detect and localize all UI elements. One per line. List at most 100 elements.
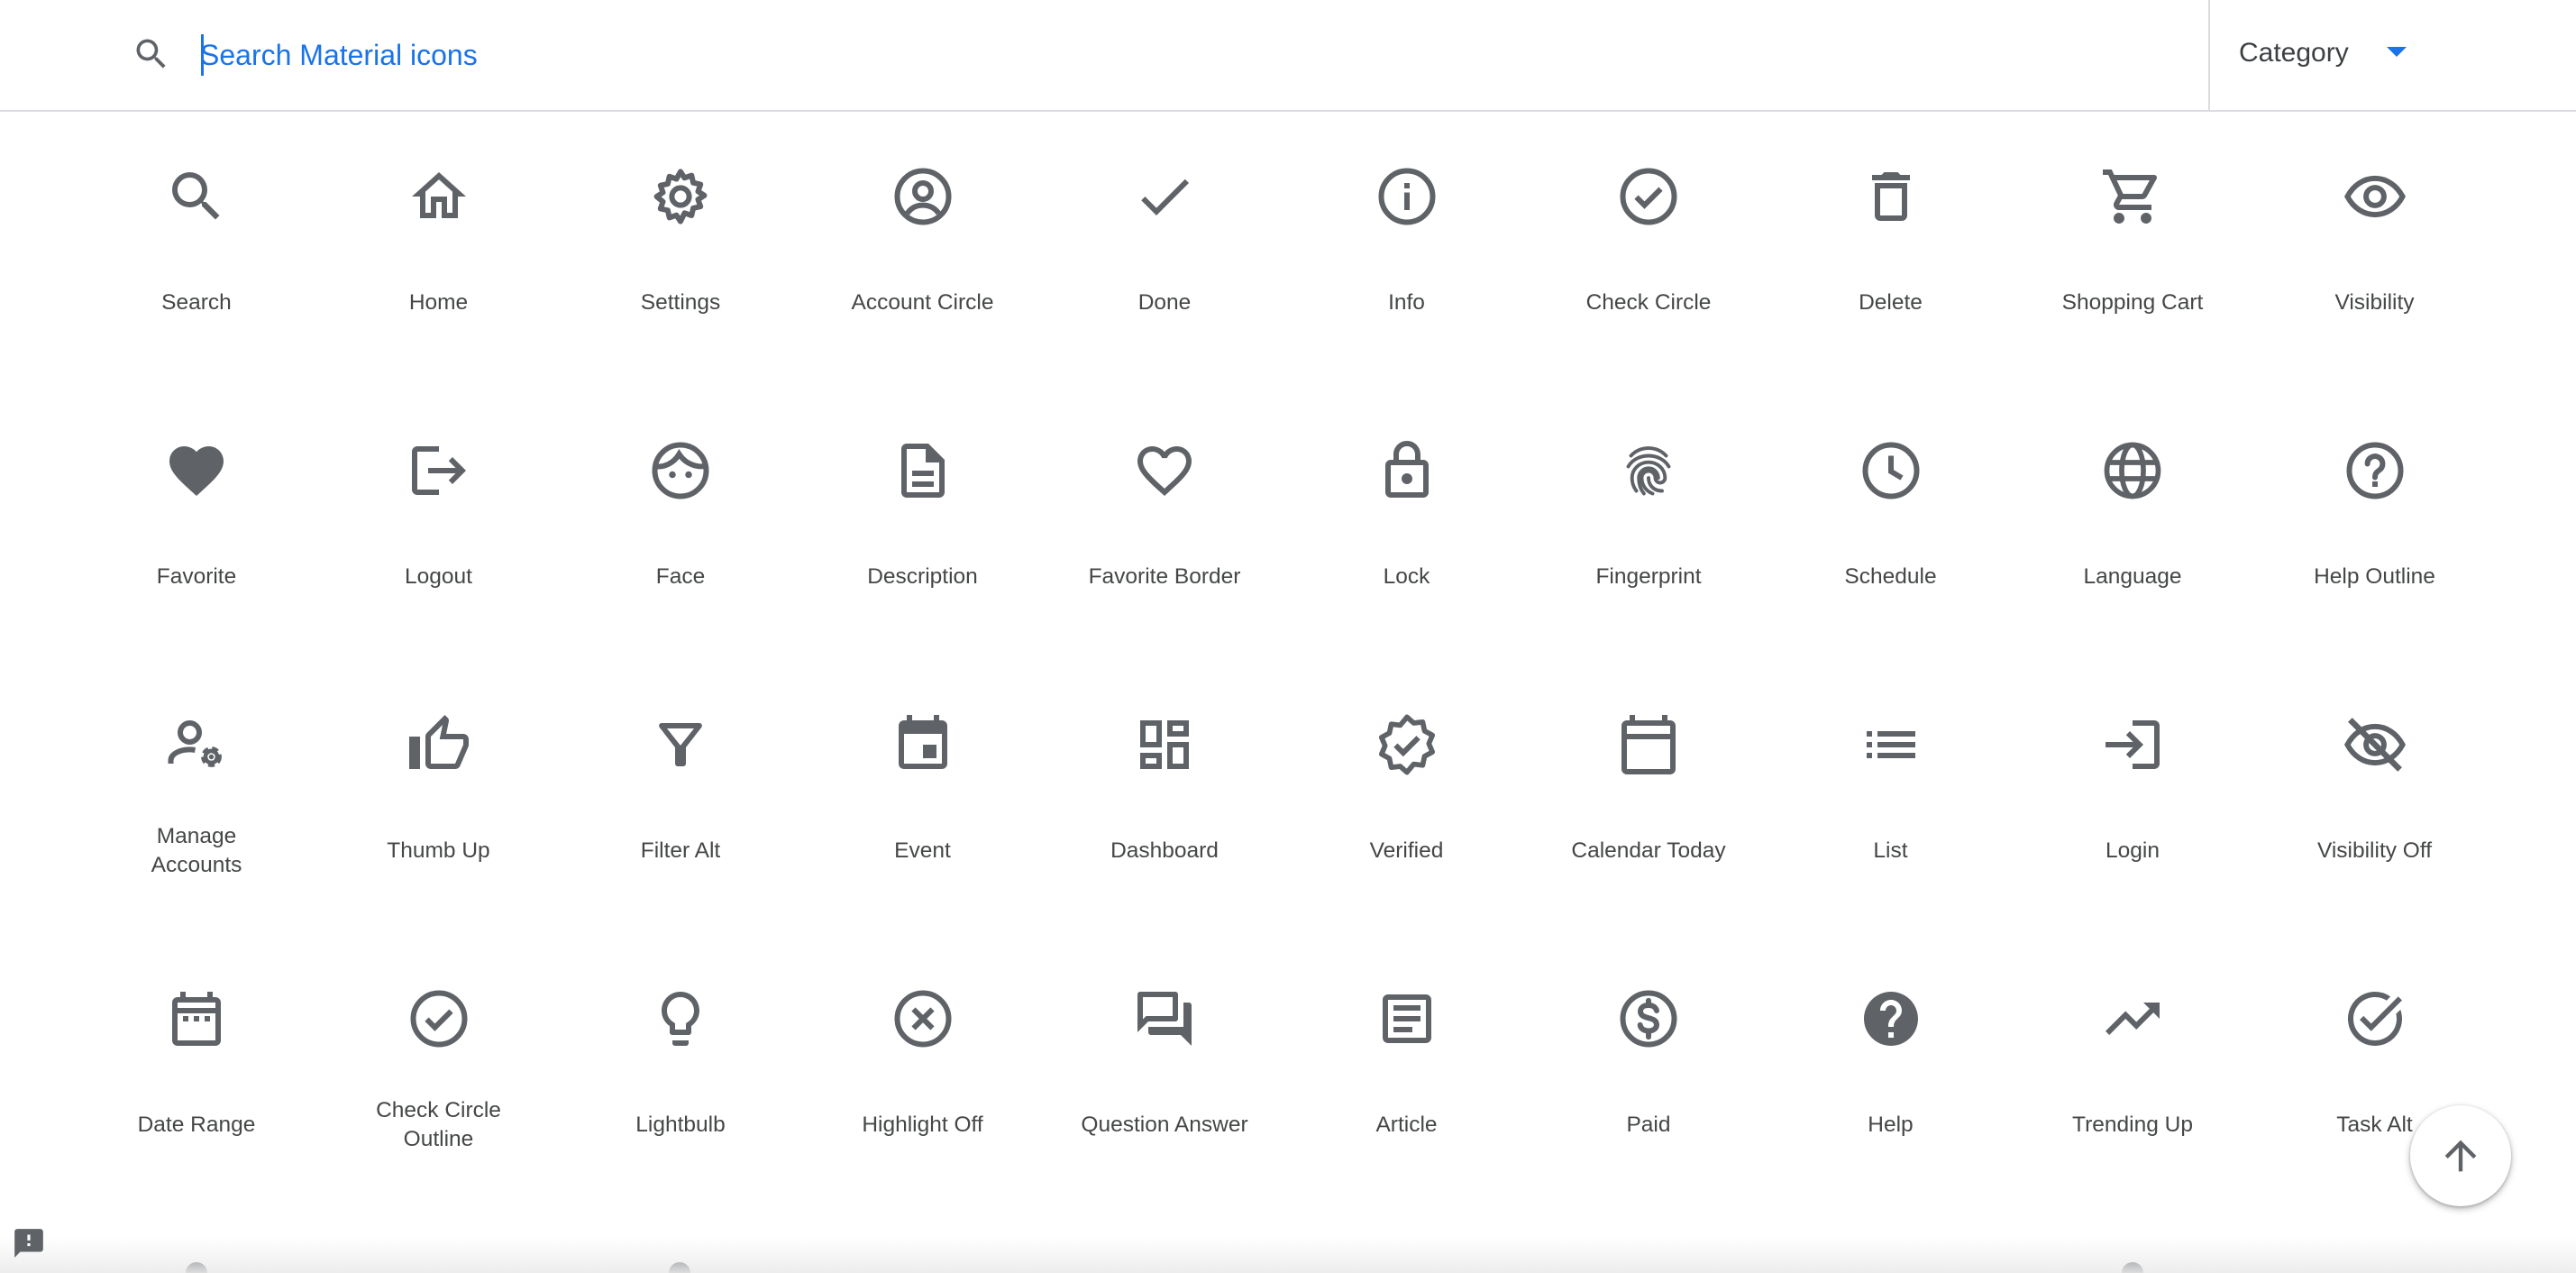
icon-grid: Search Home Settings Account Circle Done Info…: [0, 112, 2576, 1273]
icon-tile-help-outline[interactable]: Help Outline: [2254, 386, 2489, 629]
icon-tile-dashboard[interactable]: Dashboard: [1044, 660, 1278, 903]
icon-tile-list[interactable]: List: [1770, 660, 2005, 903]
delete-icon: [1859, 164, 1923, 229]
logout-icon: [406, 438, 471, 503]
language-icon: [2100, 438, 2165, 503]
icon-tile-check-circle[interactable]: Check Circle: [1528, 112, 1762, 355]
icon-tile-visibility[interactable]: Visibility: [2254, 112, 2489, 355]
icon-label: Paid: [1626, 1113, 1671, 1137]
trending-up-icon: [2100, 986, 2165, 1051]
icon-tile-done[interactable]: Done: [1044, 112, 1278, 355]
icon-label: Done: [1137, 290, 1192, 315]
icon-label: Help Outline: [2314, 564, 2435, 589]
description-icon: [891, 438, 955, 503]
icon-label: Account Circle: [851, 290, 994, 315]
feedback-icon[interactable]: [9, 1226, 49, 1260]
icon-label: Info: [1388, 290, 1425, 315]
help-icon: [1859, 986, 1923, 1051]
icon-label: Face: [655, 564, 706, 589]
icon-tile-account-circle[interactable]: Account Circle: [802, 112, 1037, 355]
verified-icon: [1375, 712, 1439, 777]
icon-label: Schedule: [1844, 564, 1937, 589]
icon-label: Fingerprint: [1595, 564, 1702, 589]
icon-tile-question-answer[interactable]: Question Answer: [1044, 934, 1278, 1177]
icon-tile-check-circle-outline[interactable]: Check Circle Outline: [318, 934, 553, 1177]
icon-label: Verified: [1369, 838, 1444, 863]
icon-label: Settings: [640, 290, 721, 315]
face-icon: [648, 438, 713, 503]
info-icon: [1375, 164, 1439, 229]
icon-tile-article[interactable]: Article: [1286, 934, 1521, 1177]
icon-tile-filter-alt[interactable]: Filter Alt: [560, 660, 794, 903]
icon-tile-description[interactable]: Description: [802, 386, 1037, 629]
icon-tile-search[interactable]: Search: [76, 112, 310, 355]
login-icon: [2100, 712, 2165, 777]
done-icon: [1132, 164, 1197, 229]
icon-label: Question Answer: [1081, 1113, 1248, 1137]
icon-tile-trending-up[interactable]: Trending Up: [2012, 934, 2246, 1177]
icon-tile-favorite[interactable]: Favorite: [76, 386, 310, 629]
help-outline-icon: [2343, 438, 2407, 503]
favorite-border-icon: [1132, 438, 1197, 503]
icon-tile-lock[interactable]: Lock: [1286, 386, 1521, 629]
icon-label: Visibility Off: [2316, 838, 2433, 863]
icon-tile-info[interactable]: Info: [1286, 112, 1521, 355]
task-alt-icon: [2343, 986, 2407, 1051]
icon-tile-thumb-up[interactable]: Thumb Up: [318, 660, 553, 903]
icon-tile-highlight-off[interactable]: Highlight Off: [802, 934, 1037, 1177]
icon-tile-calendar-today[interactable]: Calendar Today: [1528, 660, 1762, 903]
text-cursor: [201, 34, 204, 76]
favorite-icon: [164, 438, 229, 503]
article-icon: [1375, 986, 1439, 1051]
icon-label: Logout: [405, 564, 472, 589]
icon-tile-verified[interactable]: Verified: [1286, 660, 1521, 903]
icon-label: Trending Up: [2072, 1113, 2193, 1137]
icon-label: Article: [1375, 1113, 1438, 1137]
icon-tile-visibility-off[interactable]: Visibility Off: [2254, 660, 2489, 903]
scroll-to-top-button[interactable]: [2410, 1105, 2511, 1206]
icon-label: Login: [2106, 838, 2160, 863]
highlight-off-icon: [891, 986, 955, 1051]
icon-tile-login[interactable]: Login: [2012, 660, 2246, 903]
icon-label: Delete: [1859, 290, 1923, 315]
icon-tile-settings[interactable]: Settings: [560, 112, 794, 355]
icon-tile-logout[interactable]: Logout: [318, 386, 553, 629]
icon-tile-fingerprint[interactable]: Fingerprint: [1528, 386, 1762, 629]
icon-tile-manage-accounts[interactable]: Manage Accounts: [76, 660, 310, 903]
visibility-off-icon: [2343, 712, 2407, 777]
icon-label: Description: [867, 564, 978, 589]
icon-tile-event[interactable]: Event: [802, 660, 1037, 903]
icon-label: Event: [894, 838, 951, 863]
thumb-up-icon: [406, 712, 471, 777]
icon-label: Check Circle: [1585, 290, 1712, 315]
icon-tile-paid[interactable]: Paid: [1528, 934, 1762, 1177]
icon-tile-lightbulb[interactable]: Lightbulb: [560, 934, 794, 1177]
icon-tile-language[interactable]: Language: [2012, 386, 2246, 629]
icon-tile-home[interactable]: Home: [318, 112, 553, 355]
icon-tile-delete[interactable]: Delete: [1770, 112, 2005, 355]
search-icon[interactable]: [132, 34, 171, 74]
icon-label: Date Range: [137, 1113, 256, 1137]
icon-label: Favorite: [156, 564, 237, 589]
check-circle-outline-icon: [406, 986, 471, 1051]
icon-label: Visibility: [2334, 290, 2415, 315]
icon-label: List: [1873, 838, 1908, 863]
schedule-icon: [1859, 438, 1923, 503]
icon-tile-favorite-border[interactable]: Favorite Border: [1044, 386, 1278, 629]
icon-label: Filter Alt: [640, 838, 721, 863]
visibility-icon: [2343, 164, 2407, 229]
manage-accounts-icon: [164, 712, 229, 777]
arrow-upward-icon: [2444, 1140, 2477, 1172]
search-bar: Category: [0, 0, 2576, 112]
icon-tile-face[interactable]: Face: [560, 386, 794, 629]
search-input[interactable]: [200, 27, 1913, 83]
icon-tile-shopping-cart[interactable]: Shopping Cart: [2012, 112, 2246, 355]
icon-tile-date-range[interactable]: Date Range: [76, 934, 310, 1177]
icon-label: Favorite Border: [1088, 564, 1241, 589]
icon-tile-help[interactable]: Help: [1770, 934, 2005, 1177]
category-dropdown[interactable]: Category: [2208, 0, 2576, 110]
category-label: Category: [2239, 38, 2349, 68]
icon-label: Shopping Cart: [2061, 290, 2204, 315]
fingerprint-icon: [1616, 438, 1681, 503]
icon-tile-schedule[interactable]: Schedule: [1770, 386, 2005, 629]
